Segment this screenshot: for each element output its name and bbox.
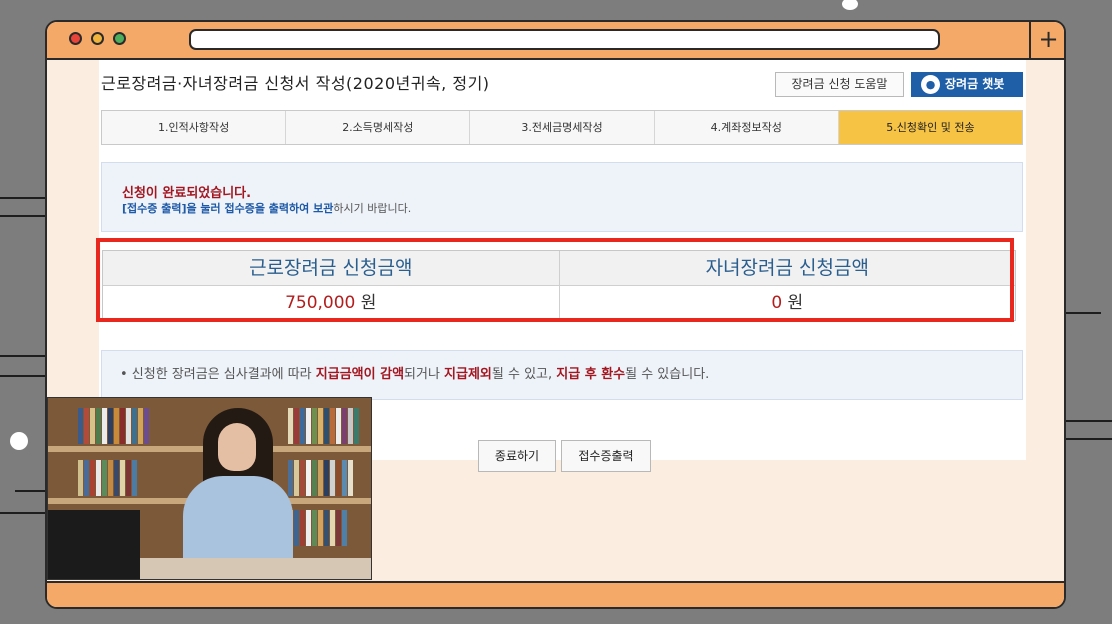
step-5-active: 5.신청확인 및 전송 — [838, 111, 1023, 144]
webcam-video — [47, 397, 372, 580]
decor-line — [15, 490, 46, 492]
books — [78, 460, 138, 496]
notice-info: • 신청한 장려금은 심사결과에 따라 지급금액이 감액되거나 지급제외될 수 … — [101, 350, 1023, 400]
presenter-face — [218, 423, 256, 471]
instruction-highlight: [접수증 출력]을 눌러 접수증을 출력하여 보관 — [122, 202, 334, 215]
browser-titlebar: + — [47, 22, 1064, 60]
maximize-window-icon[interactable] — [113, 32, 126, 45]
decor-line — [1066, 420, 1112, 422]
books — [288, 510, 348, 546]
step-4: 4.계좌정보작성 — [655, 111, 839, 144]
laptop — [48, 510, 140, 579]
step-1: 1.인적사항작성 — [102, 111, 287, 144]
books — [288, 460, 354, 496]
decor-dot — [842, 0, 858, 10]
new-tab-button[interactable]: + — [1031, 22, 1064, 58]
decor-line — [1066, 438, 1112, 440]
books — [288, 408, 360, 444]
decor-line — [0, 197, 46, 199]
info-text: 되거나 — [404, 367, 445, 382]
page-title: 근로장려금·자녀장려금 신청서 작성(2020년귀속, 정기) — [101, 74, 490, 93]
print-receipt-button[interactable]: 접수증출력 — [561, 440, 651, 472]
chatbot-button[interactable]: ● 장려금 챗봇 — [911, 72, 1023, 97]
browser-bottombar — [47, 581, 1064, 607]
decor-dot — [10, 432, 28, 450]
info-warning: 지급제외 — [444, 367, 492, 382]
step-3: 3.전세금명세작성 — [470, 111, 655, 144]
decor-line — [0, 375, 46, 377]
info-warning: 지급금액이 감액 — [315, 367, 405, 382]
decor-line — [1066, 312, 1101, 314]
decor-line — [0, 355, 46, 357]
minimize-window-icon[interactable] — [91, 32, 104, 45]
decor-line — [0, 512, 46, 514]
step-2: 2.소득명세작성 — [286, 111, 471, 144]
completion-instructions: [접수증 출력]을 눌러 접수증을 출력하여 보관하시기 바랍니다. — [122, 200, 411, 216]
chatbot-button-label: 장려금 챗봇 — [945, 77, 1005, 91]
completion-notice: 신청이 완료되었습니다. [접수증 출력]을 눌러 접수증을 출력하여 보관하시… — [101, 162, 1023, 232]
completion-message: 신청이 완료되었습니다. — [122, 186, 252, 201]
instruction-rest: 하시기 바랍니다. — [333, 202, 412, 215]
books — [78, 408, 150, 444]
address-bar[interactable] — [189, 29, 940, 50]
info-text: • 신청한 장려금은 심사결과에 따라 — [120, 367, 316, 382]
info-text: 될 수 있고, — [491, 367, 557, 382]
step-indicator: 1.인적사항작성 2.소득명세작성 3.전세금명세작성 4.계좌정보작성 5.신… — [101, 110, 1023, 145]
help-button[interactable]: 장려금 신청 도움말 — [775, 72, 904, 97]
decor-line — [0, 215, 46, 217]
info-warning: 지급 후 환수 — [556, 367, 626, 382]
info-text: 될 수 있습니다. — [625, 367, 710, 382]
close-window-icon[interactable] — [69, 32, 82, 45]
highlight-box — [96, 238, 1014, 322]
chatbot-icon: ● — [921, 75, 940, 94]
close-button[interactable]: 종료하기 — [478, 440, 556, 472]
